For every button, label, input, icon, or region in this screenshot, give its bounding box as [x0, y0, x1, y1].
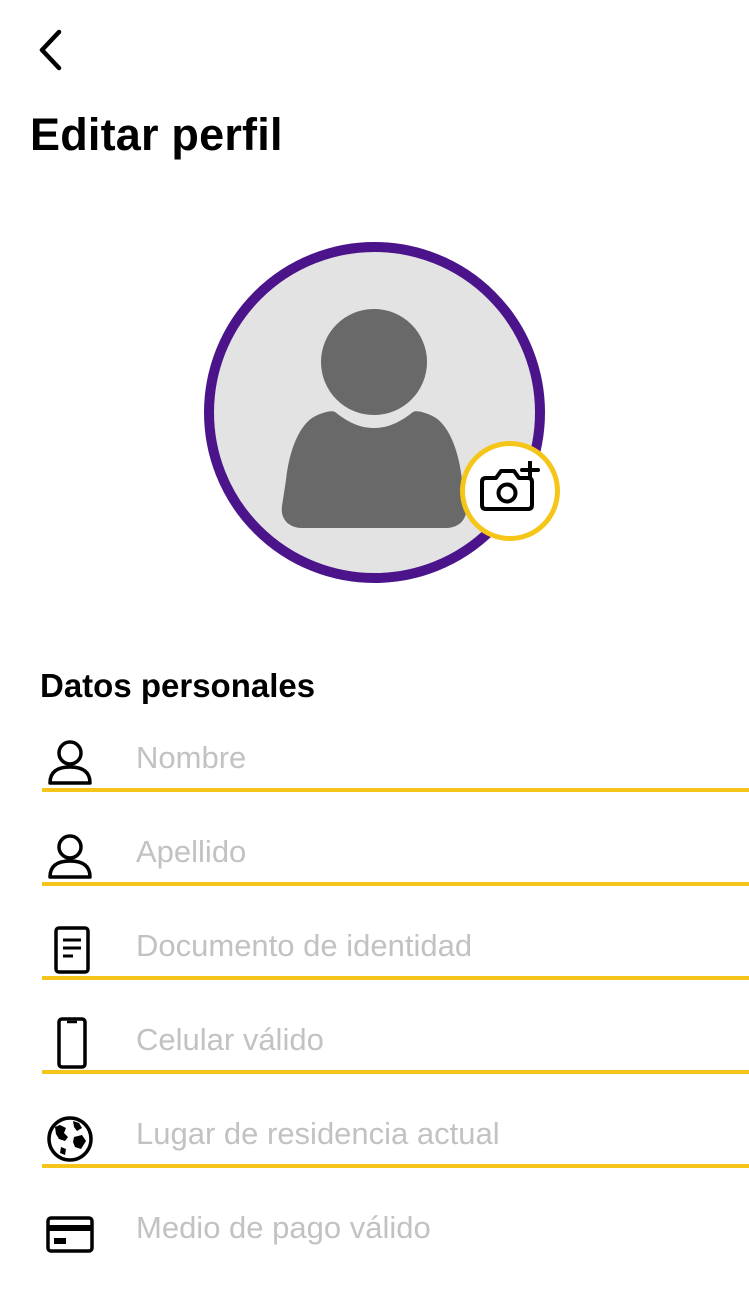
last-name-input[interactable] — [136, 829, 736, 875]
field-row-payment — [42, 1205, 749, 1299]
section-title-personal-data: Datos personales — [40, 667, 316, 704]
field-row-last-name — [42, 829, 749, 923]
avatar — [204, 242, 560, 583]
field-row-id-document — [42, 923, 749, 1017]
field-row-residence — [42, 1111, 749, 1205]
first-name-input[interactable] — [136, 735, 736, 781]
mobile-underline — [42, 1070, 749, 1074]
document-icon — [42, 923, 98, 979]
residence-underline — [42, 1164, 749, 1168]
residence-input[interactable] — [136, 1111, 736, 1157]
id-document-input[interactable] — [136, 923, 736, 969]
globe-icon — [42, 1111, 98, 1167]
mobile-input[interactable] — [136, 1017, 736, 1063]
credit-card-icon — [42, 1205, 98, 1261]
person-icon — [42, 735, 98, 791]
mobile-phone-icon — [42, 1016, 98, 1072]
page-title: Editar perfil — [30, 109, 283, 160]
change-photo-button[interactable] — [460, 441, 560, 541]
back-button[interactable] — [26, 26, 74, 78]
field-row-first-name — [42, 735, 749, 829]
id-document-underline — [42, 976, 749, 980]
field-row-mobile — [42, 1017, 749, 1111]
first-name-underline — [42, 788, 749, 792]
chevron-left-icon — [35, 28, 65, 77]
camera-plus-icon — [478, 459, 542, 522]
last-name-underline — [42, 882, 749, 886]
payment-input[interactable] — [136, 1205, 736, 1251]
person-icon — [42, 829, 98, 885]
